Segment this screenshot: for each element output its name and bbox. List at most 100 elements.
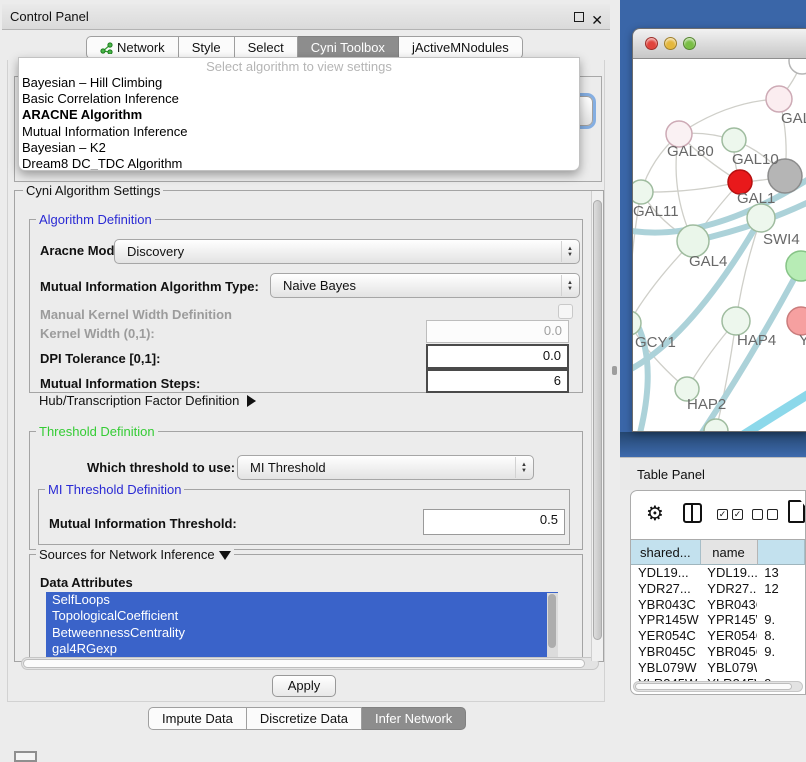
- network-window-title-bar[interactable]: [633, 29, 806, 59]
- tab-infer-network[interactable]: Infer Network: [362, 707, 466, 730]
- network-edge[interactable]: [641, 182, 740, 192]
- tab-cyni-toolbox[interactable]: Cyni Toolbox: [298, 36, 399, 59]
- table-row[interactable]: YDL19...YDL19...13: [631, 565, 805, 581]
- apply-button[interactable]: Apply: [272, 675, 336, 697]
- tab-label: Impute Data: [162, 708, 233, 729]
- data-attribute-item[interactable]: BetweennessCentrality: [46, 625, 558, 641]
- unchecked-box-icon: [767, 509, 778, 520]
- column-header-shared...[interactable]: shared...: [631, 540, 701, 565]
- table-horizontal-scrollbar[interactable]: [633, 681, 803, 692]
- attributes-scrollbar[interactable]: [547, 593, 558, 657]
- network-node[interactable]: [786, 251, 806, 281]
- dpi-tolerance-field[interactable]: 0.0: [426, 344, 569, 369]
- minimized-panel-icon[interactable]: [14, 751, 37, 762]
- mi-steps-field[interactable]: 6: [426, 369, 569, 393]
- algorithm-dropdown-placeholder: Select algorithm to view settings: [19, 58, 579, 75]
- which-threshold-label: Which threshold to use:: [87, 460, 235, 475]
- sources-title[interactable]: Sources for Network Inference: [36, 547, 234, 562]
- algorithm-option[interactable]: Basic Correlation Inference: [19, 91, 579, 107]
- tab-jactivemnodules[interactable]: jActiveMNodules: [399, 36, 523, 59]
- tab-style[interactable]: Style: [179, 36, 235, 59]
- column-header-extra[interactable]: [758, 540, 806, 565]
- close-icon[interactable]: ✕: [591, 8, 603, 33]
- algorithm-definition-title: Algorithm Definition: [36, 212, 155, 227]
- network-node-swi4[interactable]: [747, 204, 775, 232]
- network-canvas[interactable]: GALGAL80GAL10GAL1GAL11SWI4GAL4GCY1HAP4YH…: [633, 59, 806, 432]
- tab-label: Discretize Data: [260, 708, 348, 729]
- table-row[interactable]: YBL079WYBL079W: [631, 660, 805, 676]
- table-cell: YBR045C: [631, 644, 700, 660]
- mac-minimize-icon[interactable]: [664, 37, 677, 50]
- network-edge[interactable]: [716, 321, 736, 431]
- table-row[interactable]: YDR27...YDR27...12: [631, 581, 805, 597]
- aracne-mode-combo[interactable]: Discovery: [114, 239, 580, 264]
- network-node-hap4[interactable]: [722, 307, 750, 335]
- network-graph-icon: [100, 42, 113, 54]
- tab-impute-data[interactable]: Impute Data: [148, 707, 247, 730]
- algorithm-option[interactable]: ARACNE Algorithm: [19, 107, 579, 123]
- node-label-gcy1: GCY1: [635, 334, 676, 351]
- node-label-gal11: GAL11: [633, 203, 679, 220]
- float-window-icon[interactable]: [574, 12, 584, 22]
- algorithm-definition-group: Algorithm Definition Aracne Mode: Discov…: [29, 219, 583, 393]
- table-row[interactable]: YBR045CYBR045C9.: [631, 644, 805, 660]
- collapse-arrow-icon: [219, 551, 231, 560]
- data-attribute-item[interactable]: SelfLoops: [46, 592, 558, 608]
- network-edge[interactable]: [737, 389, 806, 432]
- hub-transcription-factor-expander[interactable]: Hub/Transcription Factor Definition: [39, 393, 256, 408]
- table-cell: YDR27...: [631, 581, 700, 597]
- settings-vertical-scrollbar[interactable]: [591, 191, 603, 661]
- kernel-width-field[interactable]: 0.0: [426, 320, 569, 343]
- table-row[interactable]: YBR043CYBR043C: [631, 597, 805, 613]
- algorithm-option[interactable]: Bayesian – K2: [19, 140, 579, 156]
- network-node-y[interactable]: [787, 307, 806, 335]
- algorithm-option[interactable]: Dream8 DC_TDC Algorithm: [19, 156, 579, 171]
- table-cell: YER054C: [700, 628, 757, 644]
- tab-label: Select: [248, 37, 284, 58]
- data-attribute-item[interactable]: TopologicalCoefficient: [46, 608, 558, 624]
- new-column-icon[interactable]: [788, 500, 805, 523]
- mac-zoom-icon[interactable]: [683, 37, 696, 50]
- data-attributes-list[interactable]: SelfLoopsTopologicalCoefficientBetweenne…: [46, 592, 558, 658]
- tab-label: Network: [117, 37, 165, 58]
- network-node-gal[interactable]: [766, 86, 792, 112]
- deselect-all-columns-icon[interactable]: [752, 509, 778, 520]
- tab-label: Infer Network: [375, 708, 452, 729]
- gear-icon[interactable]: ⚙: [646, 501, 664, 526]
- tab-select[interactable]: Select: [235, 36, 298, 59]
- which-threshold-combo[interactable]: MI Threshold: [237, 455, 534, 480]
- hub-transcription-factor-label: Hub/Transcription Factor Definition: [39, 393, 239, 408]
- scrollbar-thumb[interactable]: [635, 683, 792, 690]
- mi-algorithm-type-combo[interactable]: Naive Bayes: [270, 273, 580, 298]
- mi-threshold-field[interactable]: 0.5: [423, 509, 565, 535]
- table-cell: YDR27...: [700, 581, 757, 597]
- tab-network[interactable]: Network: [86, 36, 179, 59]
- node-label-gal: GAL: [781, 110, 806, 127]
- table-row[interactable]: YER054CYER054C8.: [631, 628, 805, 644]
- network-view-window[interactable]: GALGAL80GAL10GAL1GAL11SWI4GAL4GCY1HAP4YH…: [632, 28, 806, 432]
- scrollbar-thumb[interactable]: [23, 659, 585, 668]
- panel-splitter-handle[interactable]: [612, 366, 617, 375]
- data-attribute-item[interactable]: gal4RGexp: [46, 641, 558, 657]
- network-node[interactable]: [789, 59, 806, 74]
- table-rows: YDL19...YDL19...13YDR27...YDR27...12YBR0…: [631, 565, 805, 682]
- mac-close-icon[interactable]: [645, 37, 658, 50]
- column-header-name[interactable]: name: [701, 540, 758, 565]
- network-node-gal11[interactable]: [633, 180, 653, 204]
- table-header-row: shared...name: [631, 539, 805, 565]
- scrollbar-thumb[interactable]: [548, 594, 556, 648]
- settings-horizontal-scrollbar[interactable]: [21, 657, 599, 670]
- table-cell: YBR043C: [631, 597, 700, 613]
- split-columns-icon[interactable]: [683, 503, 702, 523]
- table-row[interactable]: YPR145WYPR145W9.: [631, 612, 805, 628]
- tab-discretize-data[interactable]: Discretize Data: [247, 707, 362, 730]
- network-node-gal10[interactable]: [722, 128, 746, 152]
- select-all-columns-icon[interactable]: [717, 509, 743, 520]
- algorithm-option[interactable]: Mutual Information Inference: [19, 124, 579, 140]
- threshold-definition-title: Threshold Definition: [36, 424, 158, 439]
- algorithm-option[interactable]: Bayesian – Hill Climbing: [19, 75, 579, 91]
- combo-stepper-icon: [561, 241, 578, 262]
- node-label-y: Y: [799, 332, 806, 349]
- scrollbar-thumb[interactable]: [593, 200, 602, 640]
- manual-kernel-width-checkbox[interactable]: [558, 304, 573, 319]
